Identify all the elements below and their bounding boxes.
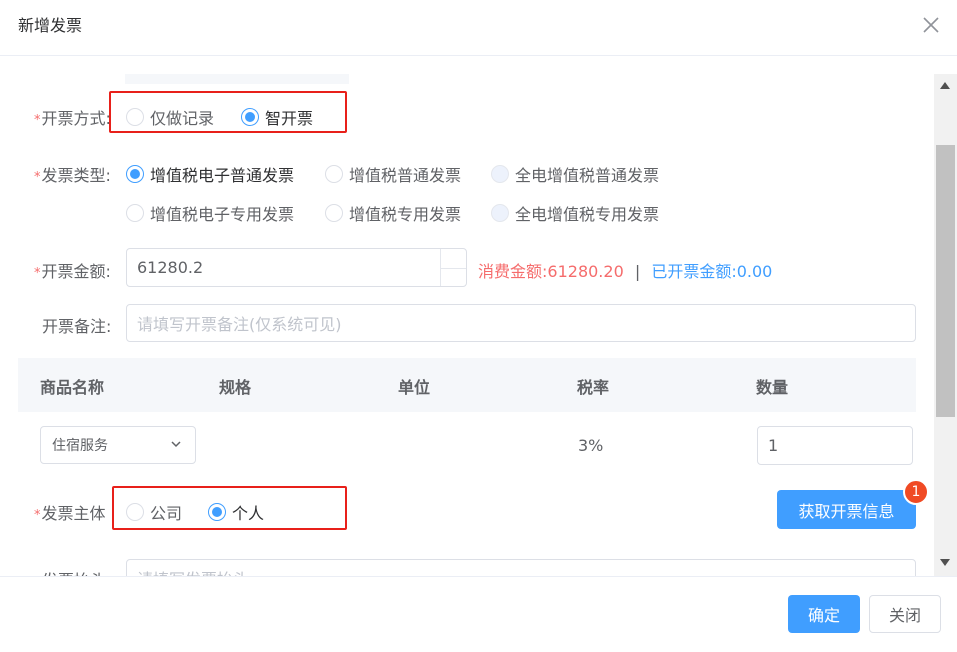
radio-circle[interactable] <box>126 204 144 222</box>
confirm-button[interactable]: 确定 <box>788 595 860 633</box>
invoice-subject-label: *发票主体 <box>34 504 106 523</box>
radio-full-e-vat-special[interactable]: 全电增值税专用发票 <box>491 201 659 225</box>
quantity-input[interactable]: 1 <box>757 426 913 465</box>
radio-vat-normal-label: 增值税普通发票 <box>349 166 462 185</box>
goods-name-select[interactable]: 住宿服务 <box>40 426 196 464</box>
close-icon[interactable] <box>921 15 941 35</box>
goods-name-value: 住宿服务 <box>52 438 108 454</box>
new-invoice-dialog: 新增发票 *开票方式: 仅做记录 智开票 *发票类型: 增值税电子普通发票 增值… <box>0 0 957 652</box>
radio-full-e-vat-special-label: 全电增值税专用发票 <box>515 205 660 224</box>
invoice-title-placeholder: 请填写发票抬头 <box>137 566 249 576</box>
consumption-value: 61280.20 <box>547 262 624 281</box>
invoice-title-input[interactable]: 请填写发票抬头 <box>126 559 916 576</box>
chevron-down-icon <box>171 441 181 448</box>
top-fade <box>125 74 349 84</box>
remark-label: 开票备注: <box>42 317 112 336</box>
dialog-header: 新增发票 <box>0 0 957 56</box>
radio-circle[interactable] <box>126 165 144 183</box>
issued-label: 已开票金额: <box>651 262 737 281</box>
th-unit: 单位 <box>398 378 431 397</box>
radio-circle[interactable] <box>325 204 343 222</box>
radio-vat-e-normal[interactable]: 增值税电子普通发票 <box>126 162 294 186</box>
amount-stepper[interactable] <box>440 249 466 286</box>
invoice-title-label: 发票抬头 <box>42 567 106 576</box>
radio-full-e-vat-normal-label: 全电增值税普通发票 <box>515 166 660 185</box>
issued-value: 0.00 <box>736 262 773 281</box>
close-button[interactable]: 关闭 <box>869 595 941 633</box>
radio-vat-normal[interactable]: 增值税普通发票 <box>325 162 461 186</box>
scrollbar-thumb[interactable] <box>936 145 955 417</box>
amount-label: *开票金额: <box>34 262 111 281</box>
scroll-up-arrow-icon[interactable] <box>940 82 950 89</box>
amount-input[interactable]: 61280.2 <box>126 248 467 287</box>
th-quantity: 数量 <box>756 378 789 397</box>
dialog-title: 新增发票 <box>18 16 83 35</box>
separator: | <box>634 262 641 281</box>
issue-method-label: *开票方式: <box>34 109 111 128</box>
radio-vat-special-label: 增值税专用发票 <box>349 205 462 224</box>
consumption-label: 消费金额: <box>478 262 548 281</box>
radio-vat-e-special-label: 增值税电子专用发票 <box>150 205 295 224</box>
radio-vat-special[interactable]: 增值税专用发票 <box>325 201 461 225</box>
fetch-invoice-info-button[interactable]: 获取开票信息 <box>777 490 916 529</box>
radio-vat-e-special[interactable]: 增值税电子专用发票 <box>126 201 294 225</box>
amount-input-value: 61280.2 <box>137 258 204 277</box>
issue-method-highlight-box <box>109 91 347 133</box>
goods-table-header: 商品名称 规格 单位 税率 数量 <box>18 358 916 412</box>
radio-circle[interactable] <box>491 204 509 222</box>
radio-circle[interactable] <box>325 165 343 183</box>
th-goods-name: 商品名称 <box>40 378 105 397</box>
remark-placeholder: 请填写开票备注(仅系统可见) <box>137 315 342 334</box>
quantity-value: 1 <box>768 436 779 455</box>
amount-info: 消费金额:61280.20 | 已开票金额:0.00 <box>478 258 772 282</box>
scroll-down-arrow-icon[interactable] <box>940 559 950 566</box>
invoice-subject-highlight-box <box>112 486 347 530</box>
th-tax-rate: 税率 <box>577 378 610 397</box>
radio-full-e-vat-normal[interactable]: 全电增值税普通发票 <box>491 162 659 186</box>
notification-badge: 1 <box>903 479 929 505</box>
remark-input[interactable]: 请填写开票备注(仅系统可见) <box>126 304 916 342</box>
th-spec: 规格 <box>219 378 252 397</box>
radio-vat-e-normal-label: 增值税电子普通发票 <box>150 166 295 185</box>
radio-circle[interactable] <box>491 165 509 183</box>
invoice-title-row-clip: 发票抬头 请填写发票抬头 <box>0 555 934 576</box>
tax-rate-cell: 3% <box>578 436 604 455</box>
invoice-type-label: *发票类型: <box>34 166 111 185</box>
dialog-footer: 确定 关闭 <box>0 576 957 652</box>
